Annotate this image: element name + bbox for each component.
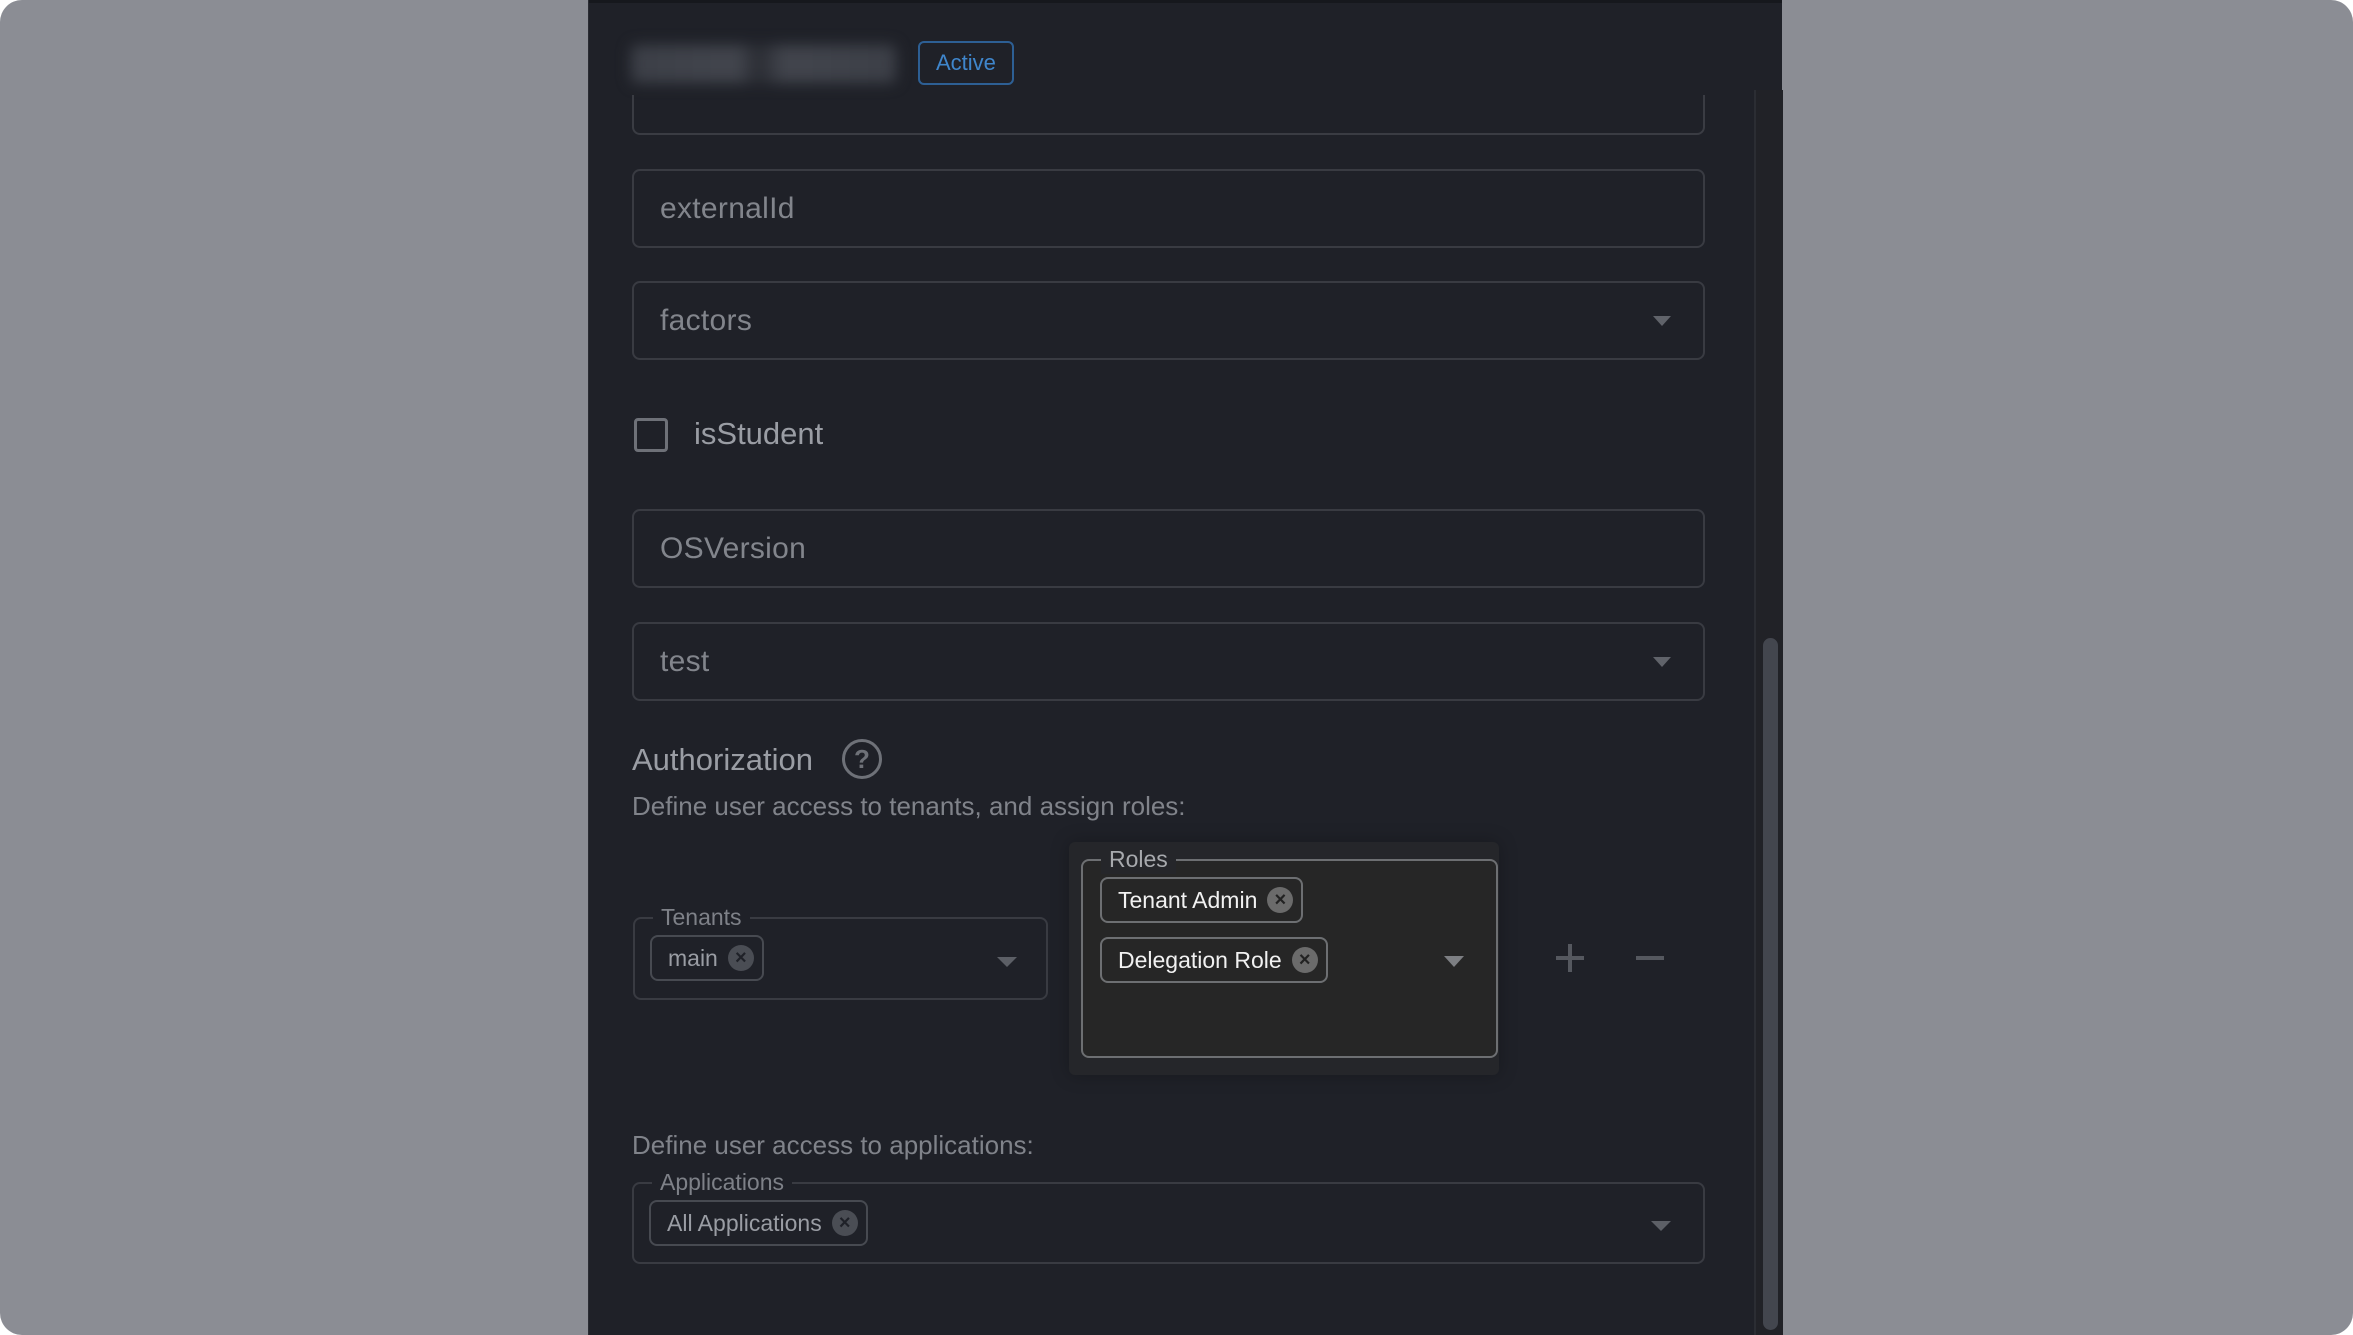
os-version-input[interactable]: OSVersion	[632, 509, 1705, 588]
close-icon[interactable]: ×	[1267, 887, 1294, 913]
roles-label: Roles	[1101, 844, 1176, 874]
applications-select[interactable]: Applications All Applications ×	[632, 1167, 1705, 1264]
role-chip: Delegation Role ×	[1100, 937, 1328, 983]
external-id-input[interactable]: externalId	[632, 169, 1705, 248]
close-icon[interactable]: ×	[831, 1210, 858, 1236]
test-placeholder: test	[660, 645, 710, 678]
factors-placeholder: factors	[660, 304, 753, 337]
field-partial-above[interactable]	[632, 95, 1705, 135]
scrollbar[interactable]	[1754, 90, 1783, 1335]
status-badge: Active	[918, 41, 1014, 85]
tenant-chip-label: main	[668, 944, 718, 971]
is-student-label[interactable]: isStudent	[694, 414, 823, 454]
chevron-down-icon	[1651, 1221, 1671, 1231]
close-icon[interactable]: ×	[1291, 947, 1318, 973]
test-select[interactable]: test	[632, 622, 1705, 701]
application-chip-label: All Applications	[667, 1209, 822, 1236]
applications-description: Define user access to applications:	[632, 1130, 1034, 1160]
factors-select[interactable]: factors	[632, 281, 1705, 360]
question-circle-icon[interactable]: ?	[842, 739, 882, 779]
scrollbar-thumb[interactable]	[1763, 638, 1778, 1330]
role-chip-label: Tenant Admin	[1118, 886, 1258, 913]
applications-label: Applications	[652, 1167, 793, 1197]
role-chip-label: Delegation Role	[1118, 946, 1282, 973]
chevron-down-icon	[1444, 956, 1464, 967]
minus-icon[interactable]	[1629, 938, 1669, 978]
is-student-checkbox[interactable]	[634, 418, 668, 452]
chevron-down-icon	[1653, 657, 1671, 667]
tenants-label: Tenants	[653, 902, 750, 932]
tenant-chip: main ×	[650, 935, 764, 981]
roles-focus-area: Roles Tenant Admin × Delegation Role ×	[1069, 842, 1499, 1075]
role-chip: Tenant Admin ×	[1100, 877, 1304, 923]
plus-icon[interactable]	[1549, 938, 1589, 978]
tenants-description: Define user access to tenants, and assig…	[632, 791, 1186, 821]
os-version-placeholder: OSVersion	[660, 532, 807, 565]
roles-select[interactable]: Roles Tenant Admin × Delegation Role ×	[1081, 844, 1498, 1058]
user-name-blurred: Reuven Calmus	[631, 45, 896, 83]
authorization-heading: Authorization	[632, 742, 813, 777]
user-details-panel: Reuven Calmus Active externalId factors …	[588, 0, 1783, 1335]
close-icon[interactable]: ×	[727, 945, 754, 971]
application-chip: All Applications ×	[649, 1200, 868, 1246]
external-id-placeholder: externalId	[660, 192, 795, 225]
chevron-down-icon	[997, 957, 1017, 967]
chevron-down-icon	[1653, 316, 1671, 326]
tenants-select[interactable]: Tenants main ×	[633, 902, 1048, 1000]
